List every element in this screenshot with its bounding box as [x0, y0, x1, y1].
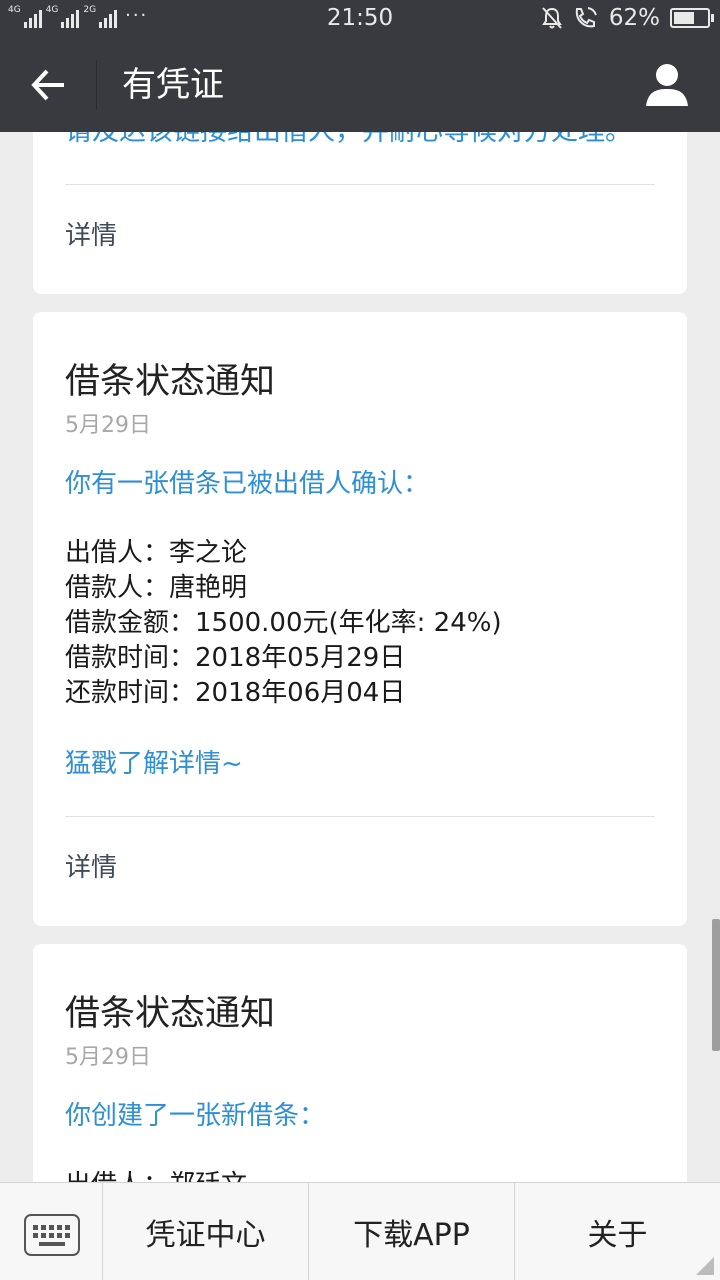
card-detail-link[interactable]: 详情 [65, 218, 117, 254]
status-right: 62% [541, 5, 714, 31]
card-detail-line: 借款时间：2018年05月29日 [65, 643, 406, 673]
app-header: 有凭证 [0, 38, 720, 132]
card-detail-link[interactable]: 详情 [65, 850, 117, 886]
card-detail-line: 出借人：李之论 [65, 538, 248, 568]
notification-card: 借条状态通知 5月29日 你有一张借条已被出借人确认： 出借人：李之论 借款人：… [33, 312, 687, 926]
notification-card: 请及达该链接给出借人，并耐心等候对方处理。 详情 [33, 132, 687, 294]
mute-bell-icon [542, 7, 562, 29]
battery-fill [674, 12, 694, 24]
battery-icon [670, 8, 714, 28]
card-detail-line: 借款人：唐艳明 [65, 573, 248, 603]
card-divider [65, 816, 655, 817]
bottom-menu: 凭证中心 下载APP 关于 [0, 1182, 720, 1280]
notification-card: 借条状态通知 5月29日 你创建了一张新借条： 出借人：郑廷文 [33, 944, 687, 1182]
menu-label: 下载APP [353, 1218, 470, 1253]
learn-more-link[interactable]: 猛戳了解详情~ [65, 746, 243, 782]
header-divider [96, 60, 97, 110]
keyboard-icon [24, 1214, 80, 1256]
card-detail-line: 还款时间：2018年06月04日 [65, 678, 406, 708]
user-button[interactable] [644, 62, 690, 108]
menu-voucher-center[interactable]: 凭证中心 [103, 1183, 309, 1280]
submenu-indicator-icon [696, 1257, 714, 1275]
back-button[interactable] [24, 60, 74, 110]
card-divider [65, 184, 655, 185]
keyboard-toggle-button[interactable] [0, 1183, 103, 1280]
arrow-left-icon [31, 69, 64, 101]
scrollbar-thumb[interactable] [712, 919, 720, 1051]
user-icon [646, 64, 688, 106]
menu-label: 关于 [587, 1218, 648, 1253]
volte-call-icon [575, 7, 597, 28]
card-detail-line: 出借人：郑廷文 [65, 1168, 247, 1182]
card-date: 5月29日 [65, 413, 151, 438]
menu-download-app[interactable]: 下载APP [309, 1183, 515, 1280]
card-date: 5月29日 [65, 1045, 151, 1070]
card-intro: 你有一张借条已被出借人确认： [65, 469, 430, 499]
card-title: 借条状态通知 [65, 994, 276, 1034]
card-title: 借条状态通知 [65, 362, 276, 402]
page-title: 有凭证 [122, 65, 224, 105]
card-detail-line: 借款金额：1500.00元(年化率: 24%) [65, 608, 502, 638]
message-list[interactable]: 请及达该链接给出借人，并耐心等候对方处理。 详情 借条状态通知 5月29日 你有… [0, 132, 720, 1182]
battery-percentage: 62% [608, 5, 660, 31]
status-bar: 4G 4G 2G ··· 21:50 62% [0, 0, 720, 38]
menu-about[interactable]: 关于 [515, 1183, 720, 1280]
menu-label: 凭证中心 [145, 1218, 266, 1253]
card-intro: 你创建了一张新借条： [65, 1101, 326, 1131]
card-message-text: 请及达该链接给出借人，并耐心等候对方处理。 [65, 132, 632, 150]
